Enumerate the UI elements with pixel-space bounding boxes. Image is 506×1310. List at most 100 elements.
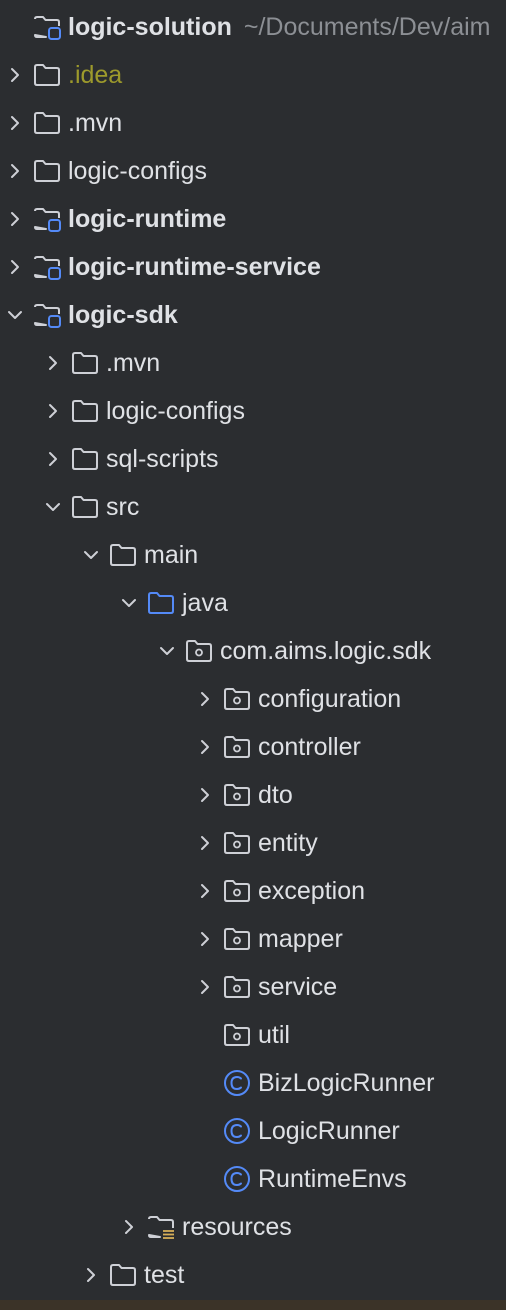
tree-item-label: src <box>106 493 140 521</box>
tree-item-label: service <box>258 973 338 1001</box>
tree-row-mvn[interactable]: .mvn <box>0 99 506 147</box>
folder-icon <box>70 444 100 474</box>
tree-row-logic-configs[interactable]: logic-configs <box>0 147 506 195</box>
tree-row-mvn[interactable]: .mvn <box>0 339 506 387</box>
java-class-icon <box>222 1164 252 1194</box>
tree-item-label: configuration <box>258 685 402 713</box>
tree-item-label: BizLogicRunner <box>258 1069 435 1097</box>
package-icon <box>222 972 252 1002</box>
folder-icon <box>70 492 100 522</box>
tree-item-label: logic-sdk <box>68 301 178 329</box>
tree-item-label: logic-runtime-service <box>68 253 321 281</box>
tree-row-logic-solution[interactable]: logic-solution ~/Documents/Dev/aim <box>0 3 506 51</box>
folder-icon <box>108 1260 138 1290</box>
folder-icon <box>70 396 100 426</box>
tree-row-logicrunner[interactable]: LogicRunner <box>0 1107 506 1155</box>
package-icon <box>222 780 252 810</box>
chevron-right-icon[interactable] <box>118 1216 140 1238</box>
tree-row-test[interactable]: test <box>0 1251 506 1299</box>
tree-item-label: .mvn <box>106 349 161 377</box>
tree-row-com-aims-logic-sdk[interactable]: com.aims.logic.sdk <box>0 627 506 675</box>
tree-item-label: sql-scripts <box>106 445 219 473</box>
tree-row-logic-sdk[interactable]: logic-sdk <box>0 291 506 339</box>
tree-row-bizlogicrunner[interactable]: BizLogicRunner <box>0 1059 506 1107</box>
folder-icon <box>32 108 62 138</box>
chevron-right-icon[interactable] <box>194 832 216 854</box>
chevron-right-icon[interactable] <box>194 976 216 998</box>
resources-folder-icon <box>146 1212 176 1242</box>
chevron-right-icon[interactable] <box>4 208 26 230</box>
chevron-right-icon[interactable] <box>80 1264 102 1286</box>
chevron-right-icon[interactable] <box>4 256 26 278</box>
chevron-down-icon[interactable] <box>156 640 178 662</box>
chevron-right-icon[interactable] <box>194 928 216 950</box>
tree-row-controller[interactable]: controller <box>0 723 506 771</box>
package-icon <box>222 876 252 906</box>
tree-item-label: util <box>258 1021 290 1049</box>
tree-item-label: logic-runtime <box>68 205 227 233</box>
package-icon <box>222 732 252 762</box>
chevron-right-icon[interactable] <box>194 736 216 758</box>
package-icon <box>222 1020 252 1050</box>
source-folder-icon <box>146 588 176 618</box>
folder-icon <box>32 156 62 186</box>
tree-row-entity[interactable]: entity <box>0 819 506 867</box>
tree-row-exception[interactable]: exception <box>0 867 506 915</box>
package-icon <box>184 636 214 666</box>
package-icon <box>222 924 252 954</box>
chevron-down-icon[interactable] <box>118 592 140 614</box>
tree-item-label: java <box>182 589 228 617</box>
folder-icon <box>32 60 62 90</box>
module-folder-icon <box>32 204 62 234</box>
tree-row-util[interactable]: util <box>0 1011 506 1059</box>
chevron-right-icon[interactable] <box>194 880 216 902</box>
tree-row-dto[interactable]: dto <box>0 771 506 819</box>
folder-icon <box>108 540 138 570</box>
tree-item-label: dto <box>258 781 293 809</box>
tree-item-label: .mvn <box>68 109 123 137</box>
module-folder-icon <box>32 12 62 42</box>
chevron-down-icon[interactable] <box>80 544 102 566</box>
chevron-right-icon[interactable] <box>194 688 216 710</box>
tree-row-java[interactable]: java <box>0 579 506 627</box>
tree-item-label: controller <box>258 733 361 761</box>
package-icon <box>222 684 252 714</box>
tree-item-label: logic-configs <box>68 157 207 185</box>
tree-row-sql-scripts[interactable]: sql-scripts <box>0 435 506 483</box>
tree-row-runtimeenvs[interactable]: RuntimeEnvs <box>0 1155 506 1203</box>
tree-item-label: mapper <box>258 925 343 953</box>
chevron-down-icon[interactable] <box>42 496 64 518</box>
tree-row-logic-configs[interactable]: logic-configs <box>0 387 506 435</box>
tree-item-label: test <box>144 1261 185 1289</box>
tree-row-mapper[interactable]: mapper <box>0 915 506 963</box>
tree-row-idea[interactable]: .idea <box>0 51 506 99</box>
tree-item-label: entity <box>258 829 318 857</box>
chevron-right-icon[interactable] <box>194 784 216 806</box>
chevron-right-icon[interactable] <box>4 64 26 86</box>
java-class-icon <box>222 1068 252 1098</box>
chevron-right-icon[interactable] <box>42 400 64 422</box>
chevron-down-icon[interactable] <box>4 304 26 326</box>
tree-item-label: main <box>144 541 199 569</box>
tree-row-service[interactable]: service <box>0 963 506 1011</box>
tree-item-label: resources <box>182 1213 292 1241</box>
tree-row-configuration[interactable]: configuration <box>0 675 506 723</box>
project-path-hint: ~/Documents/Dev/aim <box>243 13 491 41</box>
chevron-right-icon[interactable] <box>42 352 64 374</box>
chevron-right-icon[interactable] <box>42 448 64 470</box>
chevron-right-icon[interactable] <box>4 112 26 134</box>
tree-row-resources[interactable]: resources <box>0 1203 506 1251</box>
folder-icon <box>70 348 100 378</box>
package-icon <box>222 828 252 858</box>
module-folder-icon <box>32 300 62 330</box>
tree-item-label: com.aims.logic.sdk <box>220 637 432 665</box>
tree-row-logic-runtime[interactable]: logic-runtime <box>0 195 506 243</box>
bottom-edge-strip <box>0 1300 506 1310</box>
tree-row-logic-runtime-service[interactable]: logic-runtime-service <box>0 243 506 291</box>
tree-row-src[interactable]: src <box>0 483 506 531</box>
chevron-right-icon[interactable] <box>4 160 26 182</box>
tree-row-main[interactable]: main <box>0 531 506 579</box>
